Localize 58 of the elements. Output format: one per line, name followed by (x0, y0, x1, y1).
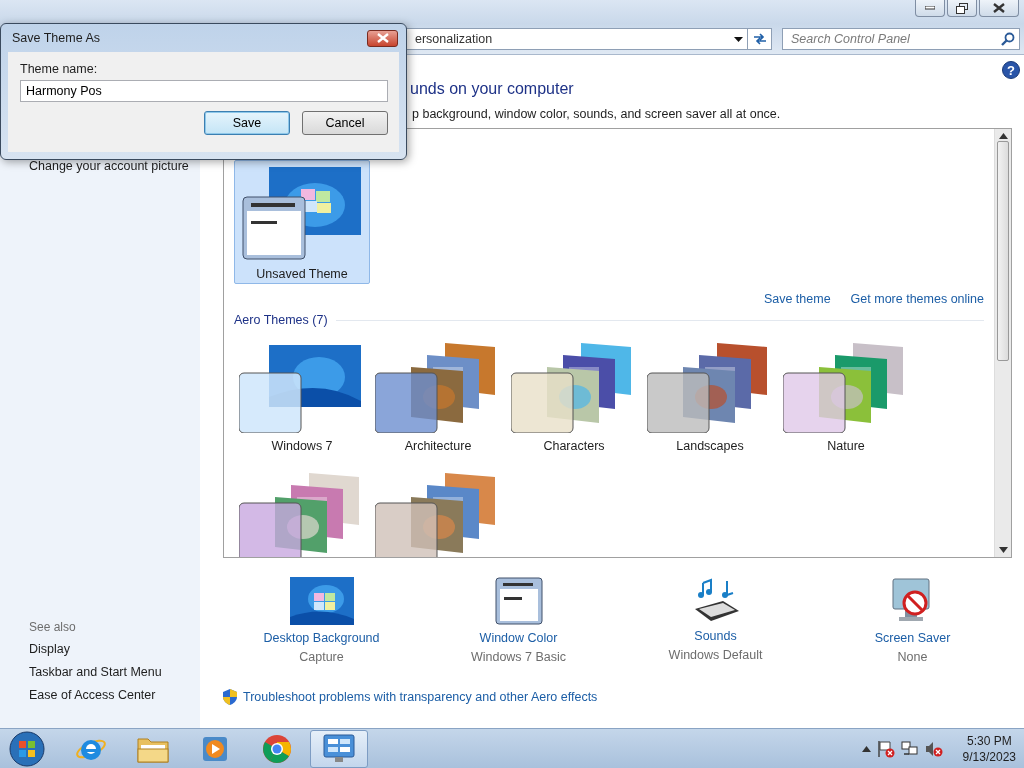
field-label: Theme name: (20, 62, 98, 76)
show-hidden-icons-icon[interactable] (861, 745, 871, 752)
see-also-link[interactable]: Display (29, 640, 70, 658)
close-button[interactable] (367, 29, 398, 47)
restore-button[interactable] (947, 0, 977, 17)
setting-link[interactable]: Desktop Background (263, 631, 380, 645)
scroll-down-icon[interactable] (998, 547, 1008, 553)
close-icon (993, 3, 1005, 13)
theme-tile[interactable]: Characters (506, 332, 642, 456)
search-icon[interactable] (1001, 32, 1015, 46)
dropdown-arrow-icon[interactable] (734, 36, 743, 42)
see-also-link[interactable]: Ease of Access Center (29, 686, 156, 704)
page-heading: unds on your computer (410, 80, 574, 98)
setting-link[interactable]: Screen Saver (874, 631, 951, 645)
help-button[interactable]: ? (1002, 61, 1020, 79)
flag-icon[interactable] (876, 739, 895, 758)
dialog-title: Save Theme As (12, 31, 100, 45)
close-button[interactable] (979, 0, 1019, 17)
search-field[interactable]: Search Control Panel (782, 28, 1020, 50)
see-also-heading: See also (29, 620, 76, 634)
theme-tile[interactable]: Nature (778, 332, 914, 456)
theme-link[interactable]: Save theme (763, 292, 831, 306)
setting-link[interactable]: Window Color (479, 631, 558, 645)
shield-icon (223, 689, 237, 705)
taskbar-app[interactable] (310, 729, 368, 768)
refresh-icon (751, 32, 768, 46)
sidebar-link[interactable]: Change your account picture (29, 157, 189, 175)
setting-value: None (897, 650, 928, 664)
setting-value: Windows 7 Basic (470, 650, 567, 664)
media-player-icon (201, 734, 229, 763)
dialog-button[interactable]: Save (204, 111, 290, 135)
refresh-button[interactable] (748, 28, 772, 50)
network-icon[interactable] (900, 739, 919, 758)
chrome-icon (262, 733, 292, 764)
scroll-up-icon[interactable] (998, 133, 1008, 139)
theme-name-field[interactable]: Harmony Pos (20, 80, 388, 102)
troubleshoot-link[interactable]: Troubleshoot problems with transparency and other Aero effects (243, 690, 598, 704)
setting-value: Windows Default (668, 648, 763, 662)
theme-link[interactable]: Get more themes online (850, 292, 984, 306)
window-drawing (494, 577, 543, 625)
theme-tile[interactable]: Windows 7 (234, 332, 370, 456)
theme-tile[interactable]: Architecture (370, 332, 506, 456)
control-panel-icon (323, 733, 355, 764)
page-description: p background, window color, sounds, and screen saver all at once. (412, 107, 781, 121)
clock[interactable]: 5:30 PM 9/13/2023 (962, 732, 1016, 765)
see-also-link[interactable]: Taskbar and Start Menu (29, 663, 162, 681)
scrollbar-thumb[interactable] (997, 141, 1009, 361)
restore-icon (956, 2, 968, 14)
dialog-button[interactable]: Cancel (302, 111, 388, 135)
theme-tile[interactable]: Landscapes (642, 332, 778, 456)
start-button[interactable] (8, 729, 46, 768)
setting-link[interactable]: Sounds (694, 629, 737, 643)
windows-logo-icon (9, 730, 45, 767)
minimize-icon (925, 6, 935, 10)
setting-value: Capture (299, 650, 344, 664)
theme-tile[interactable]: Unsaved Theme (234, 160, 370, 284)
close-icon (376, 33, 389, 43)
section-heading: Aero Themes (7) (234, 313, 328, 327)
